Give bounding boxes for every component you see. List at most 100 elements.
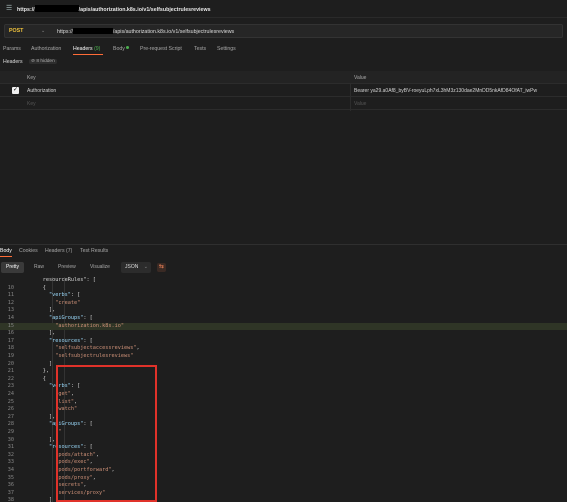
request-bar: POST ⌄ https:// /apis/authorization.k8s.i… (4, 24, 563, 38)
title-url: https:// /apis/authorization.k8s.io/v1/se… (17, 5, 211, 13)
url-suffix: /apis/authorization.k8s.io/v1/selfsubjec… (112, 29, 235, 35)
tab-settings[interactable]: Settings (217, 46, 236, 52)
response-tabs: Body Cookies Headers (7) Test Results (0, 247, 567, 257)
code-line: resourceRules": [ (0, 277, 567, 285)
title-url-prefix: https:// (17, 7, 35, 13)
line-number: 38 (7, 497, 14, 502)
tab-response-headers[interactable]: Headers (7) (45, 248, 72, 254)
code-text: ], (24, 413, 56, 420)
code-line: 17 "resources": [ (0, 338, 567, 346)
format-value: JSON (125, 264, 139, 270)
active-tab-indicator (73, 54, 103, 55)
line-number: 19 (7, 353, 14, 359)
url-input[interactable]: https:// /apis/authorization.k8s.io/v1/se… (57, 28, 234, 35)
request-icon: ☰ (6, 5, 13, 12)
wrap-lines-icon[interactable]: ⇆ (157, 263, 166, 272)
tab-tests[interactable]: Tests (194, 46, 206, 52)
tab-body[interactable]: Body (113, 46, 129, 52)
new-value-input[interactable]: Value (354, 101, 366, 107)
line-number: 26 (7, 406, 14, 413)
new-key-input[interactable]: Key (27, 101, 36, 107)
line-number: 20 (7, 360, 14, 367)
code-text: ] (24, 497, 53, 502)
tab-authorization[interactable]: Authorization (31, 46, 61, 52)
chevron-down-icon[interactable]: ⌄ (41, 28, 45, 34)
hidden-headers-label: 8 hidden (36, 59, 55, 64)
line-number: 21 (7, 368, 14, 375)
view-toolbar: Pretty Raw Preview Visualize JSON ⌄ ⇆ (0, 261, 567, 274)
title-bar: ☰ https:// /apis/authorization.k8s.io/v1/… (0, 0, 567, 18)
code-text: "create" (55, 299, 81, 306)
format-select[interactable]: JSON ⌄ (121, 262, 151, 273)
code-line: 12 "create" (0, 300, 567, 308)
line-number: 34 (7, 467, 14, 473)
headers-label: Headers (3, 59, 23, 65)
code-text: "selfsubjectaccessreviews", (55, 345, 140, 352)
tab-headers-count: (9) (94, 46, 101, 52)
line-number: 13 (7, 307, 14, 314)
method-select[interactable]: POST (9, 28, 23, 34)
view-raw-button[interactable]: Raw (29, 262, 49, 273)
code-line: 11 "verbs": [ (0, 292, 567, 300)
table-header-row: Key Value (0, 71, 567, 84)
active-response-tab-indicator (0, 256, 12, 257)
code-text: }, (24, 368, 49, 375)
code-line: 16 ], (0, 330, 567, 338)
line-number: 33 (7, 459, 14, 466)
table-row: ✓ Authorization Bearer ya29.a0Af8_byBV-r… (0, 84, 567, 97)
code-text: ] (24, 360, 53, 367)
line-number: 31 (7, 444, 14, 451)
code-line: 10 { (0, 285, 567, 293)
tab-pre-request-script[interactable]: Pre-request Script (140, 46, 182, 52)
tab-headers-label: Headers (73, 46, 93, 52)
view-visualize-button[interactable]: Visualize (85, 262, 115, 273)
tab-headers[interactable]: Headers (9) (73, 46, 100, 52)
header-key-field[interactable]: Authorization (27, 88, 56, 94)
line-number: 16 (7, 330, 14, 337)
code-text: ], (24, 307, 56, 314)
code-text: { (24, 375, 46, 382)
code-text: { (24, 284, 46, 291)
annotation-highlight-box (56, 365, 157, 502)
line-number: 37 (7, 489, 14, 496)
line-number: 23 (7, 383, 14, 390)
redacted-host (72, 28, 113, 34)
code-line: 15 "authorization.k8s.io" (0, 322, 567, 331)
code-line: 19 "selfsubjectrulesreviews" (0, 353, 567, 361)
title-url-suffix: /apis/authorization.k8s.io/v1/selfsubjec… (78, 7, 211, 13)
line-number: 22 (7, 375, 14, 382)
status-dot-icon (125, 46, 129, 49)
code-line: 14 "apiGroups": [ (0, 315, 567, 323)
view-preview-button[interactable]: Preview (53, 262, 81, 273)
code-line: 13 ], (0, 307, 567, 315)
tab-test-results[interactable]: Test Results (80, 248, 108, 254)
code-text: "apiGroups": [ (49, 315, 93, 321)
response-divider[interactable] (0, 244, 567, 245)
header-value-field[interactable]: Bearer ya29.a0Af8_byBV-roeyuLph7xL3hM3z1… (354, 88, 537, 94)
tab-response-body[interactable]: Body (0, 248, 12, 254)
line-number: 24 (7, 391, 14, 397)
line-number: 28 (7, 421, 14, 428)
code-text: resourceRules": [ (24, 277, 96, 283)
line-number: 17 (7, 337, 14, 344)
line-number: 10 (7, 284, 14, 291)
code-text: "verbs": [ (49, 292, 81, 299)
line-number: 14 (7, 315, 14, 321)
url-prefix: https:// (57, 29, 73, 35)
line-number: 35 (7, 474, 14, 481)
code-text: ], (24, 436, 56, 443)
tab-params[interactable]: Params (3, 46, 21, 52)
chevron-down-icon: ⌄ (143, 264, 148, 270)
code-text: "resources": [ (49, 337, 93, 344)
tab-cookies[interactable]: Cookies (19, 248, 38, 254)
view-pretty-button[interactable]: Pretty (1, 262, 25, 273)
header-enabled-checkbox[interactable]: ✓ (12, 87, 19, 94)
line-number: 15 (7, 322, 14, 329)
headers-table: Key Value ✓ Authorization Bearer ya29.a0… (0, 71, 567, 111)
line-number: 11 (7, 292, 14, 299)
line-number: 18 (7, 345, 14, 352)
hidden-headers-toggle[interactable]: ⊘ 8 hidden (29, 59, 57, 64)
line-number: 27 (7, 413, 14, 420)
tab-body-label: Body (113, 46, 125, 52)
line-number: 25 (7, 398, 14, 405)
